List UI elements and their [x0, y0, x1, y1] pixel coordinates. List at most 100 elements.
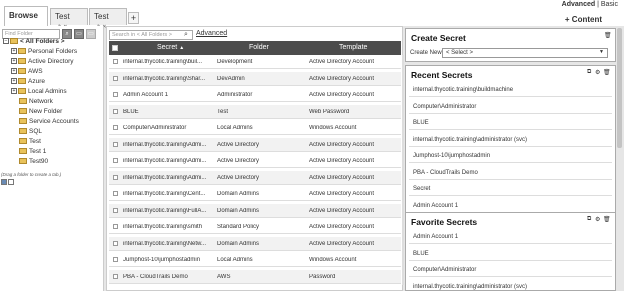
recent-secret-item[interactable]: BLUE	[409, 116, 612, 130]
favorite-secret-item[interactable]: Admin Account 1	[409, 230, 612, 244]
tree-node-azure[interactable]: + Azure	[11, 78, 45, 88]
folder-icon[interactable]: ▭	[74, 29, 84, 39]
row-checkbox[interactable]	[113, 141, 118, 147]
cell-secret-name[interactable]: internal.thycotic.training\buil...	[123, 59, 215, 65]
favorite-secret-item[interactable]: BLUE	[409, 247, 612, 261]
tree-node-all-folders[interactable]: − < All Folders >	[3, 38, 65, 48]
advanced-mode-link[interactable]: Advanced	[562, 1, 595, 8]
row-checkbox[interactable]	[113, 174, 118, 180]
table-row[interactable]: Jumphost-10\jumphostadmin Local Admins Win…	[109, 253, 401, 267]
cell-secret-name[interactable]: internal.thycotic.training\Cent...	[123, 191, 215, 197]
row-checkbox[interactable]	[113, 75, 118, 81]
expand-icon[interactable]: +	[11, 88, 17, 95]
table-row[interactable]: internal.thycotic.training\Netw... Domain…	[109, 236, 401, 251]
recent-secret-item[interactable]: Computer\Administrator	[409, 100, 612, 114]
popout-icon[interactable]: ⧉	[587, 216, 591, 223]
table-row[interactable]: BLUE Test Web Password	[109, 104, 401, 119]
tree-node-personal-folders[interactable]: + Personal Folders	[11, 48, 77, 58]
row-checkbox[interactable]	[113, 191, 118, 196]
cell-secret-name[interactable]: internal.thycotic.training\Shar...	[123, 76, 215, 82]
tree-node-test-1[interactable]: Test 1	[19, 148, 46, 158]
tree-node-active-directory[interactable]: + Active Directory	[11, 58, 74, 68]
table-row[interactable]: internal.thycotic.training\Shar... DevAdm…	[109, 71, 401, 86]
cell-secret-name[interactable]: BLUE	[123, 109, 215, 115]
expand-icon[interactable]: +	[11, 48, 17, 55]
table-row[interactable]: internal.thycotic.training\Admi... Active…	[109, 154, 401, 168]
add-tab-button[interactable]: +	[128, 12, 139, 24]
table-row[interactable]: Admin Account 1 Administrator Active Direc…	[109, 88, 401, 102]
secret-template-select[interactable]: < Select > ▼	[442, 48, 608, 58]
table-row[interactable]: Computer\Administrator Local Admins Window…	[109, 121, 401, 135]
delete-icon[interactable]: 🗑	[603, 216, 611, 223]
search-input[interactable]: Search in < All Folders >	[109, 30, 193, 40]
cell-secret-name[interactable]: PBA - CloudTrails Demo	[123, 274, 215, 280]
expand-icon[interactable]: +	[11, 58, 17, 65]
favorite-secret-item[interactable]: internal.thycotic.training\administrator…	[409, 280, 612, 291]
grid-scrollbar[interactable]	[402, 55, 404, 285]
settings-icon[interactable]: ⚙	[595, 69, 600, 76]
list-view-icon[interactable]	[1, 179, 7, 185]
recent-secret-item[interactable]: internal.thycotic.training\administrator…	[409, 133, 612, 147]
cell-secret-name[interactable]: internal.thycotic.training\Admi...	[123, 175, 215, 181]
add-content-button[interactable]: + Content	[565, 15, 602, 24]
table-row[interactable]: internal.thycotic.training\Admi... Active…	[109, 137, 401, 152]
row-checkbox[interactable]	[113, 59, 118, 64]
tree-node-test90[interactable]: Test90	[19, 158, 48, 168]
grid-view-icon[interactable]	[8, 179, 14, 185]
row-checkbox[interactable]	[113, 125, 118, 130]
cell-secret-name[interactable]: internal.thycotic.training\Admi...	[123, 158, 215, 164]
delete-icon[interactable]: 🗑	[604, 32, 612, 39]
advanced-search-link[interactable]: Advanced	[196, 30, 227, 37]
column-header-folder[interactable]: Folder	[249, 44, 269, 51]
collapse-icon[interactable]: −	[3, 38, 9, 45]
select-all-checkbox[interactable]	[112, 45, 118, 51]
search-icon[interactable]: ⌕	[184, 31, 188, 39]
folder-options-icon[interactable]: ▭	[86, 29, 96, 39]
settings-icon[interactable]: ⚙	[595, 216, 600, 223]
table-row[interactable]: internal.thycotic.training\smith Standard…	[109, 220, 401, 234]
tab-test-1[interactable]: Test ✎✕	[50, 8, 88, 30]
delete-icon[interactable]: 🗑	[603, 69, 611, 76]
tree-node-sql[interactable]: SQL	[19, 128, 42, 138]
tree-node-test[interactable]: Test	[19, 138, 41, 148]
recent-secret-item[interactable]: Jumphost-10\jumphostadmin	[409, 149, 612, 163]
table-row[interactable]: internal.thycotic.training\buil... Develo…	[109, 55, 401, 69]
recent-secret-item[interactable]: Secret	[409, 182, 612, 196]
table-row[interactable]: internal.thycotic.training\FullA... Domai…	[109, 203, 401, 218]
tab-browse[interactable]: Browse	[4, 6, 48, 26]
table-row[interactable]: PBA - CloudTrails Demo AWS Password	[109, 269, 401, 284]
recent-secret-item[interactable]: PBA - CloudTrails Demo	[409, 166, 612, 180]
cell-secret-name[interactable]: internal.thycotic.training\FullA...	[123, 208, 215, 214]
cell-secret-name[interactable]: Jumphost-10\jumphostadmin	[123, 257, 215, 263]
row-checkbox[interactable]	[113, 92, 118, 97]
table-row[interactable]: internal.thycotic.training\Cent... Domain…	[109, 187, 401, 201]
column-header-template[interactable]: Template	[339, 44, 367, 51]
expand-icon[interactable]: +	[11, 78, 17, 85]
tree-node-local-admins[interactable]: + Local Admins	[11, 88, 67, 98]
cell-secret-name[interactable]: internal.thycotic.training\Admi...	[123, 142, 215, 148]
tree-node-network[interactable]: Network	[19, 98, 53, 108]
expand-icon[interactable]: +	[11, 68, 17, 75]
recent-secret-item[interactable]: Admin Account 1	[409, 199, 612, 213]
cell-secret-name[interactable]: internal.thycotic.training\Netw...	[123, 241, 215, 247]
row-checkbox[interactable]	[113, 158, 118, 163]
cell-secret-name[interactable]: internal.thycotic.training\smith	[123, 224, 215, 230]
page-scrollbar[interactable]	[617, 28, 622, 148]
tab-test-2[interactable]: Test ✎✕	[89, 8, 127, 30]
tree-node-aws[interactable]: + AWS	[11, 68, 43, 78]
cell-secret-name[interactable]: Admin Account 1	[123, 92, 215, 98]
row-checkbox[interactable]	[113, 224, 118, 229]
basic-mode-link[interactable]: Basic	[601, 1, 618, 8]
row-checkbox[interactable]	[113, 257, 118, 262]
popout-icon[interactable]: ⧉	[587, 69, 591, 76]
cell-secret-name[interactable]: Computer\Administrator	[123, 125, 215, 131]
tree-node-new-folder[interactable]: New Folder	[19, 108, 62, 118]
recent-secret-item[interactable]: internal.thycotic.training\buildmachine	[409, 83, 612, 97]
tree-node-service-accounts[interactable]: Service Accounts	[19, 118, 79, 128]
row-checkbox[interactable]	[113, 240, 118, 246]
row-checkbox[interactable]	[113, 207, 118, 213]
row-checkbox[interactable]	[113, 108, 118, 114]
table-row[interactable]: internal.thycotic.training\Admi... Active…	[109, 170, 401, 185]
row-checkbox[interactable]	[113, 273, 118, 279]
favorite-secret-item[interactable]: Computer\Administrator	[409, 263, 612, 277]
